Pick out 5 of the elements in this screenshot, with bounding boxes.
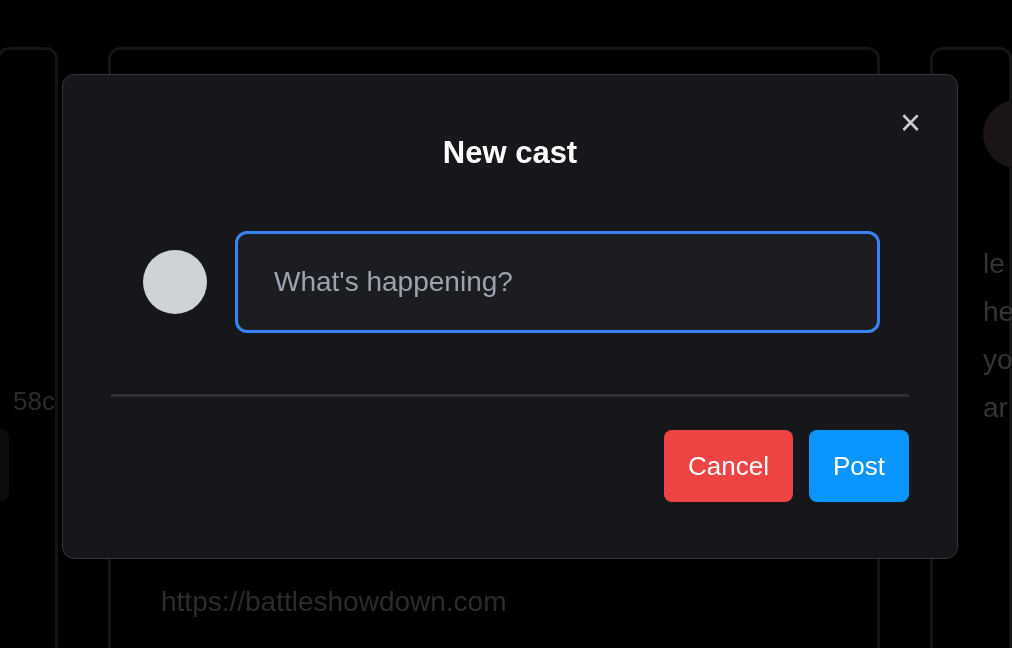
close-button[interactable]: ×: [899, 105, 921, 141]
input-field[interactable]: What's happening?: [235, 231, 880, 333]
post-button[interactable]: Post: [808, 430, 909, 502]
cancel-button[interactable]: Cancel: [664, 430, 793, 502]
dialog-title: New cast: [442, 135, 578, 171]
